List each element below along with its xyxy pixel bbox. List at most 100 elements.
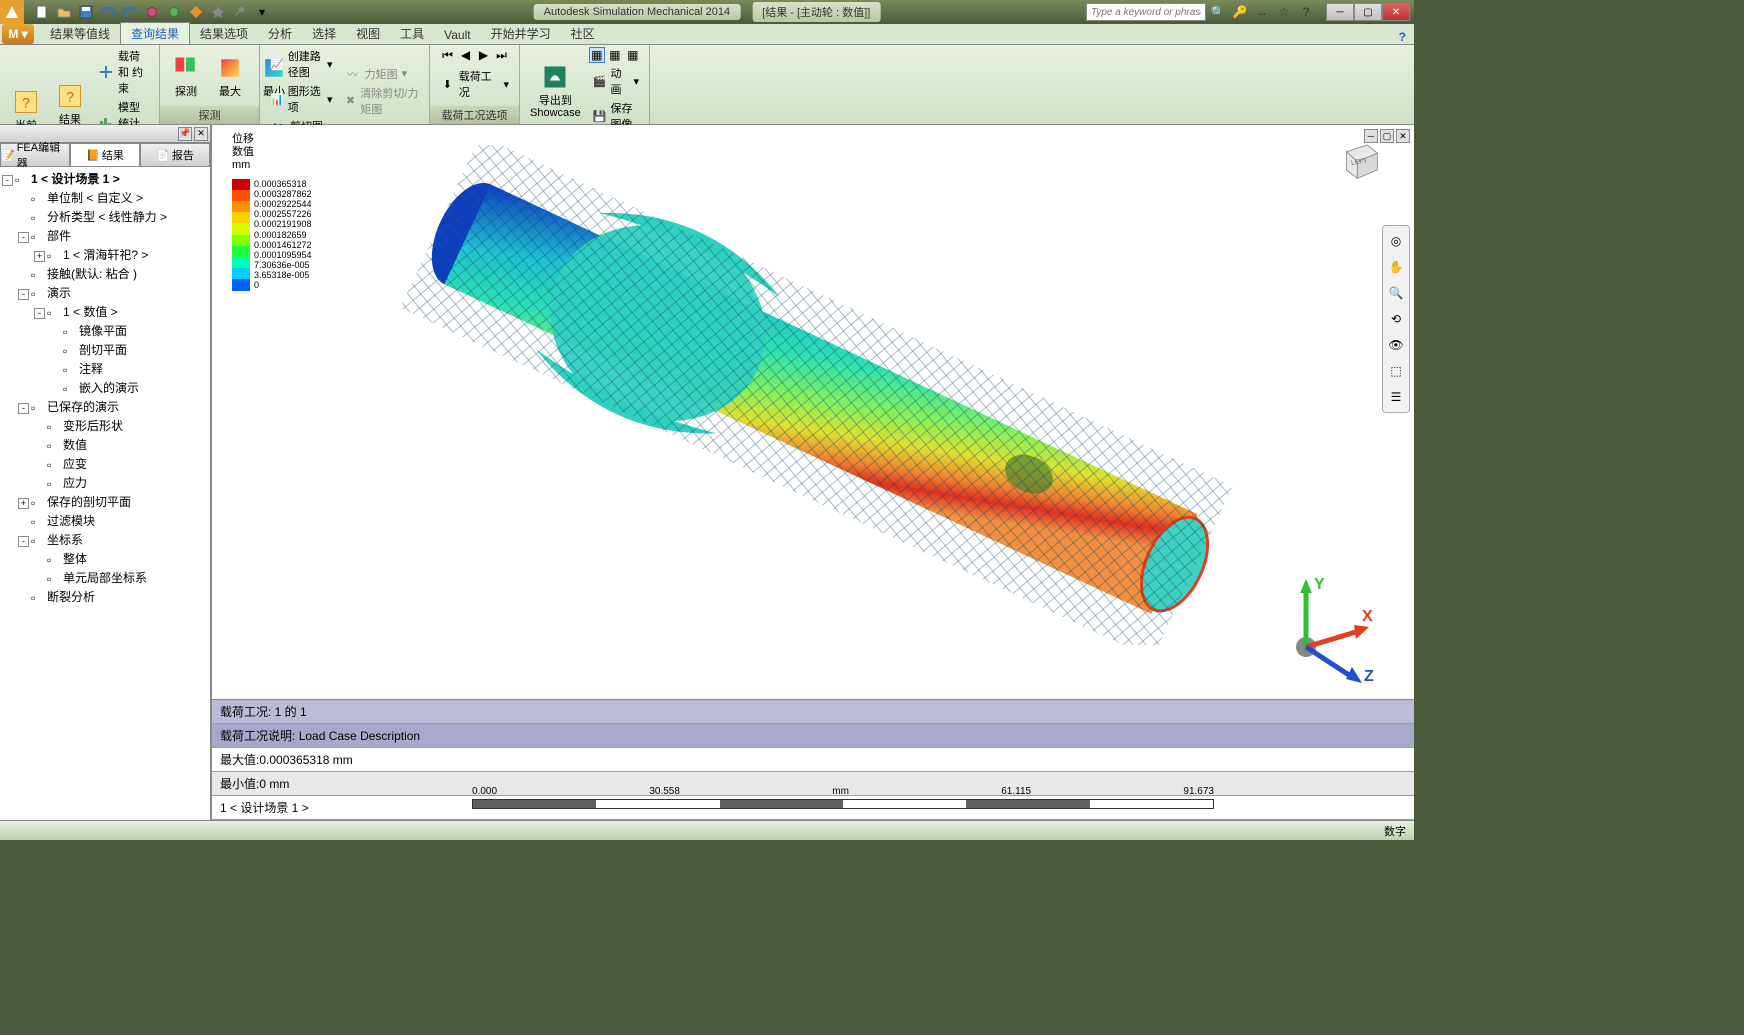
search-input[interactable] bbox=[1086, 3, 1206, 21]
diamond-icon[interactable] bbox=[186, 2, 206, 22]
tree-label[interactable]: 应力 bbox=[63, 476, 87, 490]
viewcube[interactable]: LEFT bbox=[1334, 135, 1384, 185]
tree-node[interactable]: -▫坐标系 bbox=[2, 530, 208, 549]
probe-button[interactable]: 探测 bbox=[166, 50, 206, 100]
panel-tab-report[interactable]: 📄报告 bbox=[140, 143, 210, 167]
ribbon-tab[interactable]: 结果选项 bbox=[190, 23, 258, 44]
cube-icon[interactable] bbox=[142, 2, 162, 22]
minimize-button[interactable]: ─ bbox=[1326, 3, 1354, 21]
redo-icon[interactable] bbox=[120, 2, 140, 22]
tree-label[interactable]: 应变 bbox=[63, 457, 87, 471]
star-icon[interactable] bbox=[208, 2, 228, 22]
ribbon-tab[interactable]: 分析 bbox=[258, 23, 302, 44]
ribbon-tab[interactable]: 查询结果 bbox=[120, 22, 190, 44]
tree-label[interactable]: 数值 bbox=[63, 438, 87, 452]
export-showcase-button[interactable]: 导出到Showcase bbox=[526, 59, 585, 121]
app-menu-icon[interactable] bbox=[0, 0, 24, 24]
tree-label[interactable]: 注释 bbox=[79, 362, 103, 376]
capture3-icon[interactable]: ▦ bbox=[625, 47, 641, 63]
last-icon[interactable]: ⏭ bbox=[494, 47, 510, 63]
main-menu-button[interactable]: M ▾ bbox=[2, 24, 34, 44]
next-icon[interactable]: ▶ bbox=[476, 47, 492, 63]
ribbon-tab[interactable]: 结果等值线 bbox=[40, 23, 120, 44]
tree-node[interactable]: ▫过滤模块 bbox=[2, 511, 208, 530]
tree-node[interactable]: -▫演示 bbox=[2, 283, 208, 302]
tree-label[interactable]: 嵌入的演示 bbox=[79, 381, 139, 395]
key-icon[interactable]: 🔑 bbox=[1230, 3, 1250, 21]
tree-node[interactable]: ▫嵌入的演示 bbox=[2, 378, 208, 397]
nav-pan-icon[interactable]: ✋ bbox=[1385, 256, 1407, 278]
tree-toggle-icon[interactable]: + bbox=[34, 251, 45, 262]
vp-close-icon[interactable]: ✕ bbox=[1396, 129, 1410, 143]
tree-label[interactable]: 接触(默认: 粘合 ) bbox=[47, 267, 137, 281]
nav-zoom-icon[interactable]: 🔍 bbox=[1385, 282, 1407, 304]
tree-node[interactable]: +▫1 < 渭海轩祀? > bbox=[2, 245, 208, 264]
ribbon-help-icon[interactable]: ? bbox=[1399, 30, 1406, 44]
new-icon[interactable] bbox=[32, 2, 52, 22]
tree-node[interactable]: ▫应变 bbox=[2, 454, 208, 473]
tree-label[interactable]: 过滤模块 bbox=[47, 514, 95, 528]
panel-tab-fea[interactable]: 📝FEA编辑器 bbox=[0, 143, 70, 167]
tree-label[interactable]: 坐标系 bbox=[47, 533, 83, 547]
tree-node[interactable]: ▫变形后形状 bbox=[2, 416, 208, 435]
tree-node[interactable]: ▫单元局部坐标系 bbox=[2, 568, 208, 587]
tree-node[interactable]: ▫数值 bbox=[2, 435, 208, 454]
plot-options-button[interactable]: 📊图形选项 ▾ bbox=[266, 82, 337, 116]
tree-node[interactable]: ▫整体 bbox=[2, 549, 208, 568]
close-button[interactable]: ✕ bbox=[1382, 3, 1410, 21]
tree-node[interactable]: ▫剖切平面 bbox=[2, 340, 208, 359]
nav-select-icon[interactable]: ⬚ bbox=[1385, 360, 1407, 382]
panel-pin-icon[interactable]: 📌 bbox=[178, 127, 192, 141]
panel-tab-results[interactable]: 📙结果 bbox=[70, 143, 140, 167]
dropdown-icon[interactable]: ▾ bbox=[252, 2, 272, 22]
tree-node[interactable]: ▫断裂分析 bbox=[2, 587, 208, 606]
first-icon[interactable]: ⏮ bbox=[440, 47, 456, 63]
binoculars-icon[interactable]: 🔍 bbox=[1208, 3, 1228, 21]
tree-node[interactable]: +▫保存的剖切平面 bbox=[2, 492, 208, 511]
tree-toggle-icon[interactable]: + bbox=[18, 498, 29, 509]
exchange-icon[interactable]: ↔ bbox=[1252, 3, 1272, 21]
tree-label[interactable]: 1 < 渭海轩祀? > bbox=[63, 248, 148, 262]
tree-label[interactable]: 剖切平面 bbox=[79, 343, 127, 357]
ribbon-tab[interactable]: 社区 bbox=[561, 23, 605, 44]
load-case-button[interactable]: ⬇载荷工况 ▾ bbox=[436, 67, 513, 101]
tree-node[interactable]: ▫镜像平面 bbox=[2, 321, 208, 340]
help-icon[interactable]: ? bbox=[1296, 3, 1316, 21]
tree-node[interactable]: ▫单位制 < 自定义 > bbox=[2, 188, 208, 207]
moment-plot-button[interactable]: 〰力矩图 ▾ bbox=[341, 65, 423, 83]
model-tree[interactable]: -▫1 < 设计场景 1 >▫单位制 < 自定义 >▫分析类型 < 线性静力 >… bbox=[0, 167, 210, 820]
capture2-icon[interactable]: ▦ bbox=[607, 47, 623, 63]
nav-more-icon[interactable]: ☰ bbox=[1385, 386, 1407, 408]
ribbon-tab[interactable]: 工具 bbox=[390, 23, 434, 44]
wrench-icon[interactable] bbox=[230, 2, 250, 22]
ribbon-tab[interactable]: Vault bbox=[434, 26, 480, 44]
tree-node[interactable]: -▫部件 bbox=[2, 226, 208, 245]
tree-node[interactable]: ▫注释 bbox=[2, 359, 208, 378]
prev-icon[interactable]: ◀ bbox=[458, 47, 474, 63]
panel-close-icon[interactable]: ✕ bbox=[194, 127, 208, 141]
nav-lookat-icon[interactable]: 👁 bbox=[1385, 334, 1407, 356]
tree-node[interactable]: ▫接触(默认: 粘合 ) bbox=[2, 264, 208, 283]
tree-label[interactable]: 镜像平面 bbox=[79, 324, 127, 338]
tree-node[interactable]: -▫1 < 数值 > bbox=[2, 302, 208, 321]
tree-label[interactable]: 单位制 < 自定义 > bbox=[47, 191, 143, 205]
tree-toggle-icon[interactable]: - bbox=[34, 308, 45, 319]
tree-toggle-icon[interactable]: - bbox=[2, 175, 13, 186]
tree-label[interactable]: 1 < 数值 > bbox=[63, 305, 118, 319]
tree-toggle-icon[interactable]: - bbox=[18, 232, 29, 243]
tree-label[interactable]: 演示 bbox=[47, 286, 71, 300]
ribbon-tab[interactable]: 开始并学习 bbox=[481, 23, 561, 44]
ribbon-tab[interactable]: 选择 bbox=[302, 23, 346, 44]
tree-toggle-icon[interactable]: - bbox=[18, 403, 29, 414]
save-icon[interactable] bbox=[76, 2, 96, 22]
tree-toggle-icon[interactable]: - bbox=[18, 536, 29, 547]
ribbon-tab[interactable]: 视图 bbox=[346, 23, 390, 44]
tree-label[interactable]: 断裂分析 bbox=[47, 590, 95, 604]
tree-label[interactable]: 变形后形状 bbox=[63, 419, 123, 433]
max-button[interactable]: 最大 bbox=[210, 50, 250, 100]
tree-node[interactable]: ▫分析类型 < 线性静力 > bbox=[2, 207, 208, 226]
maximize-button[interactable]: ▢ bbox=[1354, 3, 1382, 21]
animation-button[interactable]: 🎬动画 ▾ bbox=[589, 64, 643, 98]
star2-icon[interactable]: ☆ bbox=[1274, 3, 1294, 21]
tree-label[interactable]: 部件 bbox=[47, 229, 71, 243]
